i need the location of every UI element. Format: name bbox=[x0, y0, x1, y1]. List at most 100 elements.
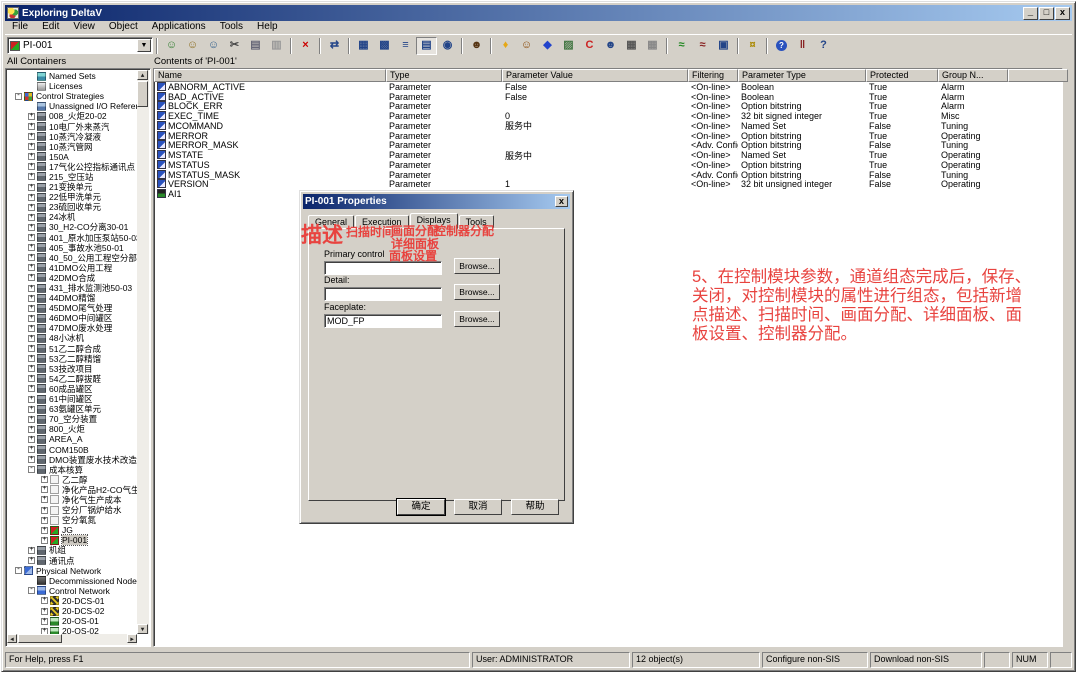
diagnostics-icon[interactable]: ◆ bbox=[537, 37, 558, 55]
close-button[interactable]: x bbox=[1055, 7, 1070, 20]
expand-icon[interactable]: + bbox=[41, 496, 48, 503]
user-icon[interactable]: ☻ bbox=[466, 37, 487, 55]
scroll-left-icon[interactable]: ◄ bbox=[7, 634, 17, 643]
expand-icon[interactable]: + bbox=[28, 305, 35, 312]
expand-icon[interactable]: + bbox=[28, 345, 35, 352]
expand-icon[interactable]: + bbox=[41, 507, 48, 514]
expand-icon[interactable]: + bbox=[28, 365, 35, 372]
expand-icon[interactable]: + bbox=[28, 244, 35, 251]
dialog-close-button[interactable]: x bbox=[555, 196, 568, 207]
tree-item-Licenses[interactable]: Licenses bbox=[8, 81, 137, 91]
expand-icon[interactable]: + bbox=[41, 618, 48, 625]
expand-icon[interactable]: + bbox=[28, 416, 35, 423]
expand-icon[interactable]: + bbox=[28, 123, 35, 130]
expand-icon[interactable]: + bbox=[28, 385, 35, 392]
tuning-chart-icon[interactable]: ≈ bbox=[692, 37, 713, 55]
expand-icon[interactable]: + bbox=[28, 375, 35, 382]
menu-help[interactable]: Help bbox=[250, 21, 285, 34]
find-node-icon[interactable]: ☺ bbox=[203, 37, 224, 55]
collapse-icon[interactable]: - bbox=[15, 93, 22, 100]
grid-download-icon[interactable]: ▦ bbox=[642, 37, 663, 55]
tree-item-Control Strategies[interactable]: -Control Strategies bbox=[8, 91, 137, 101]
table-row[interactable]: BAD_ACTIVEParameterFalse<On-line>Boolean… bbox=[154, 92, 1062, 102]
object-selector-combo[interactable]: PI-001 ▼ bbox=[7, 37, 153, 54]
tree-item-空分氧氮[interactable]: +空分氧氮 bbox=[8, 515, 137, 525]
expand-icon[interactable]: + bbox=[28, 143, 35, 150]
find-module-icon[interactable]: ☺ bbox=[161, 37, 182, 55]
menu-file[interactable]: File bbox=[5, 21, 35, 34]
ok-button[interactable]: 确定 bbox=[397, 499, 445, 515]
tree-item-10蒸汽管网[interactable]: +10蒸汽管网 bbox=[8, 142, 137, 152]
tree-vertical-scrollbar[interactable]: ▲ ▼ bbox=[137, 70, 149, 634]
tree-item-Decommissioned Nodes[interactable]: Decommissioned Nodes bbox=[8, 576, 137, 586]
tree-item-Physical Network[interactable]: -Physical Network bbox=[8, 566, 137, 576]
expand-icon[interactable]: + bbox=[28, 325, 35, 332]
tree-item-PI-001[interactable]: +PI-001 bbox=[8, 535, 137, 545]
expand-icon[interactable]: + bbox=[28, 456, 35, 463]
table-row[interactable]: MCOMMANDParameter服务中<On-line>Named SetFa… bbox=[154, 121, 1062, 131]
help-icon[interactable]: ? bbox=[771, 37, 792, 55]
expand-icon[interactable]: + bbox=[41, 597, 48, 604]
alarm-bell-icon[interactable]: ♦ bbox=[495, 37, 516, 55]
menu-object[interactable]: Object bbox=[102, 21, 145, 34]
expand-icon[interactable]: + bbox=[28, 335, 35, 342]
expand-icon[interactable]: + bbox=[28, 264, 35, 271]
column-header-Group N...[interactable]: Group N... bbox=[938, 69, 1008, 82]
tree-item-800_火炬[interactable]: +800_火炬 bbox=[8, 424, 137, 434]
expand-icon[interactable]: + bbox=[28, 557, 35, 564]
script-icon[interactable]: C bbox=[579, 37, 600, 55]
field-input[interactable] bbox=[324, 287, 442, 301]
column-header-Parameter Type[interactable]: Parameter Type bbox=[738, 69, 866, 82]
tree-item-20-DCS-02[interactable]: +20-DCS-02 bbox=[8, 606, 137, 616]
collapse-icon[interactable]: - bbox=[28, 466, 35, 473]
copy-icon[interactable]: ▤ bbox=[245, 37, 266, 55]
expand-icon[interactable]: + bbox=[41, 476, 48, 483]
expand-icon[interactable]: + bbox=[28, 234, 35, 241]
menu-applications[interactable]: Applications bbox=[145, 21, 213, 34]
tree-item-AREA_A[interactable]: +AREA_A bbox=[8, 434, 137, 444]
collapse-icon[interactable]: - bbox=[15, 567, 22, 574]
expand-icon[interactable]: + bbox=[28, 194, 35, 201]
browse-button[interactable]: Browse... bbox=[454, 258, 500, 274]
browse-button[interactable]: Browse... bbox=[454, 284, 500, 300]
swap-icon[interactable]: ⇄ bbox=[324, 37, 345, 55]
menu-tools[interactable]: Tools bbox=[213, 21, 250, 34]
small-icons-icon[interactable]: ▩ bbox=[374, 37, 395, 55]
delete-icon[interactable]: × bbox=[295, 37, 316, 55]
scroll-up-icon[interactable]: ▲ bbox=[137, 70, 148, 80]
collapse-icon[interactable]: - bbox=[28, 587, 35, 594]
horizontal-scroll-thumb[interactable] bbox=[18, 634, 62, 643]
expand-icon[interactable]: + bbox=[28, 547, 35, 554]
grid-config-icon[interactable]: ▦ bbox=[621, 37, 642, 55]
expand-icon[interactable]: + bbox=[28, 285, 35, 292]
expand-icon[interactable]: + bbox=[28, 406, 35, 413]
tree-item-JG[interactable]: +JG bbox=[8, 525, 137, 535]
tree-item-Control Network[interactable]: -Control Network bbox=[8, 586, 137, 596]
details-view-icon[interactable]: ▤ bbox=[416, 37, 437, 55]
tree-item-Named Sets[interactable]: Named Sets bbox=[8, 71, 137, 81]
explore-icon[interactable]: ◉ bbox=[437, 37, 458, 55]
vertical-scroll-thumb[interactable] bbox=[137, 81, 148, 107]
column-header-Protected[interactable]: Protected bbox=[866, 69, 938, 82]
field-input[interactable] bbox=[324, 314, 442, 328]
expand-icon[interactable]: + bbox=[41, 527, 48, 534]
expand-icon[interactable]: + bbox=[28, 173, 35, 180]
expand-icon[interactable]: + bbox=[28, 113, 35, 120]
tree-horizontal-scrollbar[interactable]: ◄ ► bbox=[7, 634, 137, 645]
column-header-Parameter Value[interactable]: Parameter Value bbox=[502, 69, 688, 82]
expand-icon[interactable]: + bbox=[41, 517, 48, 524]
expand-icon[interactable]: + bbox=[28, 184, 35, 191]
expand-icon[interactable]: + bbox=[28, 153, 35, 160]
list-view-icon[interactable]: ≡ bbox=[395, 37, 416, 55]
combo-dropdown-button[interactable]: ▼ bbox=[137, 39, 151, 52]
expand-icon[interactable]: + bbox=[41, 537, 48, 544]
cut-icon[interactable]: ✂ bbox=[224, 37, 245, 55]
browse-button[interactable]: Browse... bbox=[454, 311, 500, 327]
scroll-right-icon[interactable]: ► bbox=[127, 634, 137, 643]
expand-icon[interactable]: + bbox=[28, 426, 35, 433]
expand-icon[interactable]: + bbox=[28, 274, 35, 281]
picture-icon[interactable]: ▨ bbox=[558, 37, 579, 55]
expand-icon[interactable]: + bbox=[28, 315, 35, 322]
console-icon[interactable]: ▣ bbox=[713, 37, 734, 55]
column-header-Type[interactable]: Type bbox=[386, 69, 502, 82]
